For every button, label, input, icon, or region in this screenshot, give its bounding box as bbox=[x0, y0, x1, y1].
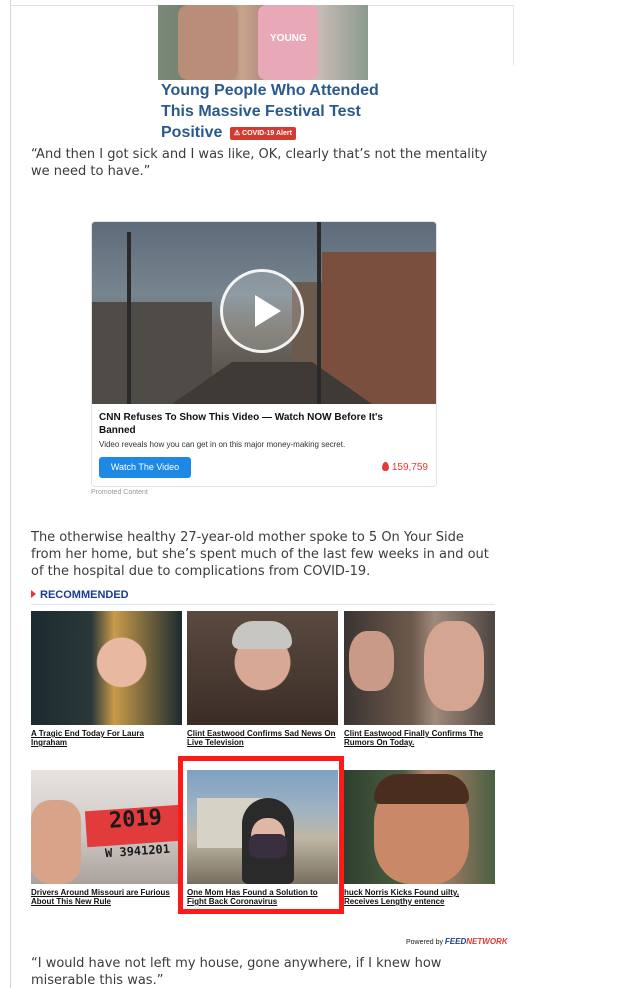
sticker-year: 2019 bbox=[108, 805, 163, 834]
recommended-item[interactable]: Clint Eastwood Finally Confirms The Rumo… bbox=[344, 611, 495, 747]
ad-count-value: 159,759 bbox=[391, 462, 428, 473]
thumbnail-hair bbox=[374, 774, 469, 804]
powered-by-label: Powered by bbox=[406, 939, 443, 946]
ad-view-count: 159,759 bbox=[381, 462, 428, 474]
thumbnail-hand bbox=[31, 800, 81, 884]
article-paragraph-2: The otherwise healthy 27-year-old mother… bbox=[31, 530, 489, 579]
sponsored-video-ad[interactable]: CNN Refuses To Show This Video — Watch N… bbox=[91, 221, 437, 487]
recommended-thumbnail[interactable] bbox=[344, 611, 495, 725]
promoted-content-label: Promoted Content bbox=[91, 489, 148, 496]
thumbnail-face-left bbox=[349, 631, 394, 691]
recommended-heading-text: RECOMMENDED bbox=[40, 589, 129, 601]
article-quote-1: “And then I got sick and I was like, OK,… bbox=[31, 147, 488, 179]
recommended-item[interactable]: Clint Eastwood Confirms Sad News On Live… bbox=[187, 611, 338, 747]
recommended-thumbnail[interactable] bbox=[187, 611, 338, 725]
recommended-caption[interactable]: Clint Eastwood Confirms Sad News On Live… bbox=[187, 729, 338, 747]
powered-brand-feed[interactable]: FEED bbox=[445, 937, 466, 946]
watch-video-button[interactable]: Watch The Video bbox=[99, 457, 191, 478]
recommended-thumbnail[interactable]: 2019 W 3941201 bbox=[31, 770, 182, 884]
recommended-caption[interactable]: Clint Eastwood Finally Confirms The Rumo… bbox=[344, 729, 495, 747]
recommended-thumbnail[interactable] bbox=[344, 770, 495, 884]
ad-description: Video reveals how you can get in on this… bbox=[99, 440, 346, 449]
ad-street-lamp bbox=[317, 222, 321, 404]
sidebar-border bbox=[513, 5, 514, 65]
thumbnail-person bbox=[178, 5, 238, 80]
top-story-title[interactable]: Young People Who Attended This Massive F… bbox=[161, 80, 381, 143]
covid-alert-badge: ⚠ COVID-19 Alert bbox=[229, 127, 296, 140]
recommended-divider bbox=[31, 604, 495, 605]
thumbnail-text: YOUNG bbox=[270, 33, 307, 44]
ad-utility-pole bbox=[127, 232, 131, 404]
triangle-icon bbox=[31, 590, 36, 598]
recommended-item[interactable]: huck Norris Kicks Found uilty, Receives … bbox=[344, 770, 495, 906]
thumbnail-hair bbox=[232, 621, 292, 649]
article-quote-3: “I would have not left my house, gone an… bbox=[31, 956, 442, 988]
page-border-left bbox=[10, 0, 11, 988]
recommended-item[interactable]: 2019 W 3941201 Drivers Around Missouri a… bbox=[31, 770, 182, 906]
recommended-thumbnail[interactable] bbox=[31, 611, 182, 725]
powered-by[interactable]: Powered by FEEDNETWORK bbox=[406, 937, 508, 947]
thumbnail-face-right bbox=[424, 621, 484, 711]
ad-headline[interactable]: CNN Refuses To Show This Video — Watch N… bbox=[99, 411, 419, 437]
recommended-item[interactable]: A Tragic End Today For Laura Ingraham bbox=[31, 611, 182, 747]
recommended-caption[interactable]: A Tragic End Today For Laura Ingraham bbox=[31, 729, 182, 747]
recommended-caption[interactable]: Drivers Around Missouri are Furious Abou… bbox=[31, 888, 182, 906]
flame-icon bbox=[381, 462, 389, 471]
highlight-box bbox=[178, 756, 344, 914]
top-story-thumbnail[interactable]: YOUNG bbox=[158, 5, 368, 80]
recommended-caption[interactable]: huck Norris Kicks Found uilty, Receives … bbox=[344, 888, 495, 906]
recommended-heading: RECOMMENDED bbox=[31, 588, 129, 602]
play-icon[interactable] bbox=[220, 269, 304, 353]
ad-video-thumbnail[interactable] bbox=[92, 222, 436, 404]
powered-brand-network[interactable]: NETWORK bbox=[466, 937, 507, 946]
